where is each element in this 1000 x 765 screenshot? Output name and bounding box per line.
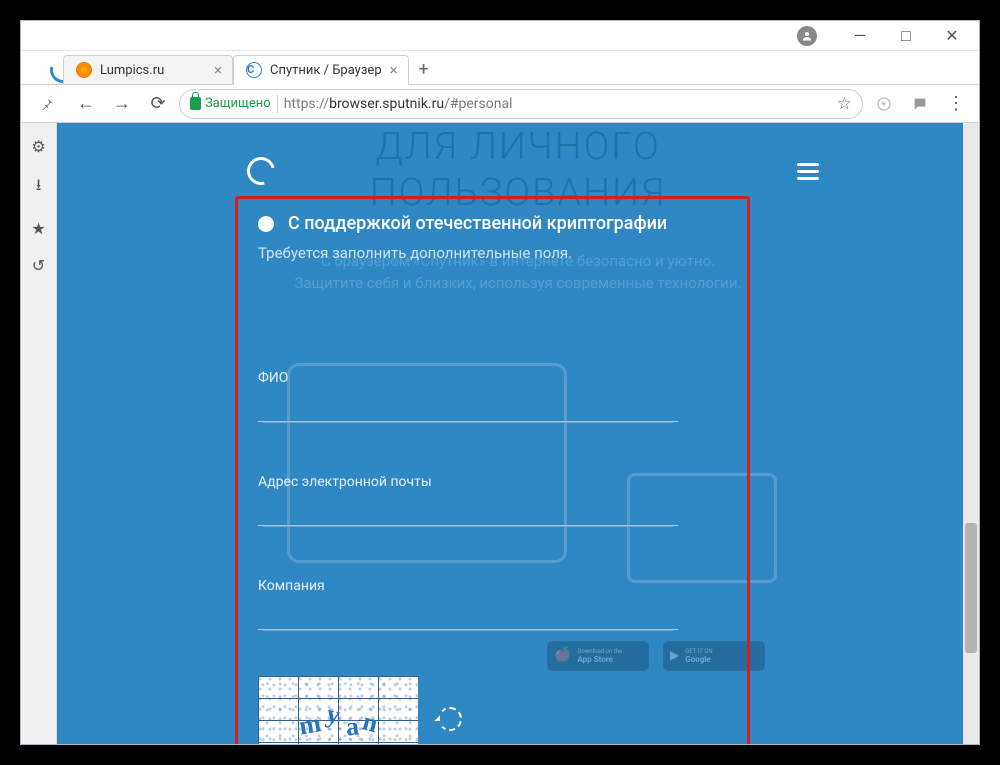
url-scheme: https:// [284,96,329,112]
scroll-thumb[interactable] [965,523,977,653]
url-path: /#personal [444,96,512,112]
tab-lumpics[interactable]: Lumpics.ru × [63,55,233,84]
form-panel: С поддержкой отечественной криптографии … [258,213,735,744]
crypto-option-label: С поддержкой отечественной криптографии [288,213,667,234]
maximize-button[interactable]: □ [883,21,929,51]
sidebar: ⚙ ⭳ ★ ↺ [21,123,57,744]
address-bar[interactable]: Защищено https://browser.sputnik.ru/#per… [179,89,863,119]
sidebar-history-icon[interactable]: ↺ [32,256,45,275]
sidebar-settings-icon[interactable]: ⚙ [31,137,45,156]
email-label: Адрес электронной почты [258,474,735,490]
field-company: Компания [258,578,735,630]
url-text: https://browser.sputnik.ru/#personal [284,96,831,112]
field-fio: ФИО [258,370,735,422]
captcha-char: m [297,708,324,741]
tab-close-icon[interactable]: × [390,61,398,79]
tab-title: Спутник / Браузер [270,63,382,78]
toolbar: ← → ⟳ Защищено https://browser.sputnik.r… [21,85,979,123]
sidebar-downloads-icon[interactable]: ⭳ [36,174,42,201]
page-content: ДЛЯ ЛИЧНОГО ПОЛЬЗОВАНИЯ С браузером «Спу… [57,123,979,744]
browser-window: — □ ✕ Lumpics.ru × C Спутник / Браузер ×… [20,20,980,745]
panel-subtext: Требуется заполнить дополнительные поля. [258,244,735,262]
url-host: browser.sputnik.ru [329,96,444,112]
reload-button[interactable]: ⟳ [143,89,173,119]
field-email: Адрес электронной почты [258,474,735,526]
tab-title: Lumpics.ru [100,63,164,78]
captcha-char: y [323,699,342,731]
fio-label: ФИО [258,370,735,386]
captcha-text: m y a n [258,676,418,744]
secure-indicator: Защищено [190,96,271,111]
company-input[interactable] [258,602,678,630]
radio-selected-icon[interactable] [258,216,274,232]
page-nav [247,151,819,191]
pin-icon[interactable] [29,97,65,111]
body-row: ⚙ ⭳ ★ ↺ ДЛЯ ЛИЧНОГО ПОЛЬЗОВАНИЯ С браузе… [21,123,979,744]
bookmark-star-icon[interactable]: ☆ [837,94,852,114]
captcha-area: m y a n [258,676,735,744]
captcha-char: n [359,707,381,740]
hamburger-menu-icon[interactable] [797,159,819,184]
captcha-char: a [344,711,360,742]
tab-close-icon[interactable]: × [214,61,222,79]
tab-strip: Lumpics.ru × C Спутник / Браузер × + [21,51,979,85]
favicon-lumpics [76,62,92,78]
back-button[interactable]: ← [71,89,101,119]
form-panel-highlight: С поддержкой отечественной криптографии … [235,196,750,744]
kebab-menu-icon[interactable]: ⋮ [941,89,971,119]
sidebar-bookmarks-icon[interactable]: ★ [31,219,45,238]
captcha-refresh-icon[interactable] [438,707,462,731]
window-titlebar: — □ ✕ [21,21,979,51]
email-input[interactable] [258,498,678,526]
secure-label: Защищено [205,96,271,111]
account-icon[interactable] [797,26,817,46]
close-button[interactable]: ✕ [929,21,975,51]
crypto-option-row[interactable]: С поддержкой отечественной криптографии [258,213,735,234]
new-tab-button[interactable]: + [409,55,439,84]
minimize-button[interactable]: — [837,21,883,51]
lock-icon [190,97,201,110]
captcha-image: m y a n [258,676,418,744]
sputnik-logo-icon[interactable] [242,152,280,190]
chat-icon[interactable] [905,89,935,119]
fio-input[interactable] [258,394,678,422]
content-scrollbar[interactable] [963,123,979,744]
bolt-icon[interactable] [869,89,899,119]
forward-button[interactable]: → [107,89,137,119]
separator [277,95,278,113]
tab-sputnik[interactable]: C Спутник / Браузер × [233,55,409,85]
favicon-sputnik: C [246,62,262,78]
company-label: Компания [258,578,735,594]
